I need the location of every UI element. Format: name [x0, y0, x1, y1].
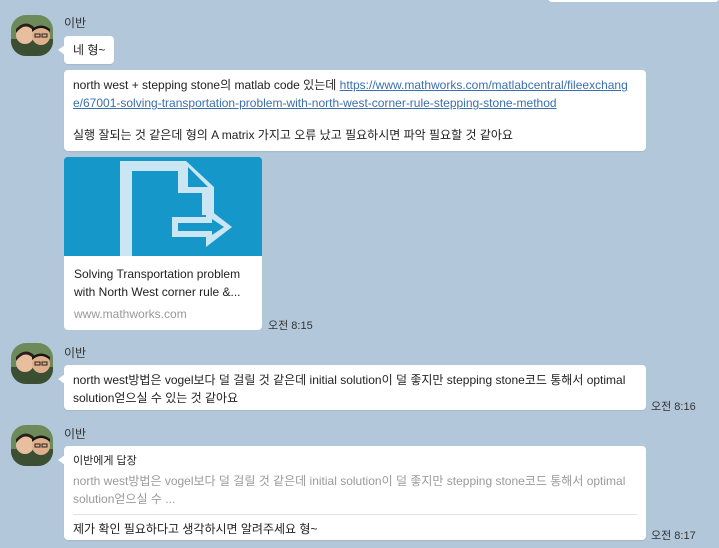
sender-avatar[interactable] — [11, 425, 53, 466]
quoted-message[interactable]: north west방법은 vogel보다 덜 걸릴 것 같은데 initial… — [73, 472, 637, 508]
link-preview-card[interactable]: Solving Transportation problem with Nort… — [64, 157, 262, 330]
message-timestamp: 오전 8:16 — [651, 401, 696, 413]
message-timestamp: 오전 8:15 — [268, 320, 313, 332]
sender-avatar[interactable] — [11, 343, 53, 384]
message-text: 네 형~ — [73, 43, 106, 57]
sender-name: 이반 — [64, 346, 87, 360]
message-text: 제가 확인 필요하다고 생각하시면 알려주세요 형~ — [73, 522, 318, 536]
link-preview-title: Solving Transportation problem with Nort… — [74, 267, 241, 299]
message-bubble-link[interactable]: north west + stepping stone의 matlab code… — [64, 70, 646, 151]
previous-message-bubble — [548, 0, 719, 2]
message-bubble[interactable]: 네 형~ — [57, 36, 115, 64]
reply-header: 이반에게 답장 — [73, 455, 137, 467]
reply-message-bubble[interactable]: 이반에게 답장 north west방법은 vogel보다 덜 걸릴 것 같은데… — [58, 446, 646, 540]
message-text: north west방법은 vogel보다 덜 걸릴 것 같은데 initial… — [73, 373, 626, 405]
export-arrow-icon — [64, 157, 262, 256]
sender-avatar[interactable] — [11, 15, 53, 56]
reply-divider — [73, 514, 637, 515]
message-text: north west + stepping stone의 matlab code… — [73, 78, 340, 92]
sender-name: 이반 — [64, 427, 87, 441]
link-preview-domain: www.mathworks.com — [74, 307, 187, 321]
sender-name: 이반 — [64, 16, 87, 30]
message-timestamp: 오전 8:17 — [651, 530, 696, 542]
message-text-followup: 실행 잘되는 것 같은데 형의 A matrix 가지고 오류 났고 필요하시면… — [73, 128, 513, 142]
message-bubble[interactable]: north west방법은 vogel보다 덜 걸릴 것 같은데 initial… — [58, 365, 646, 410]
